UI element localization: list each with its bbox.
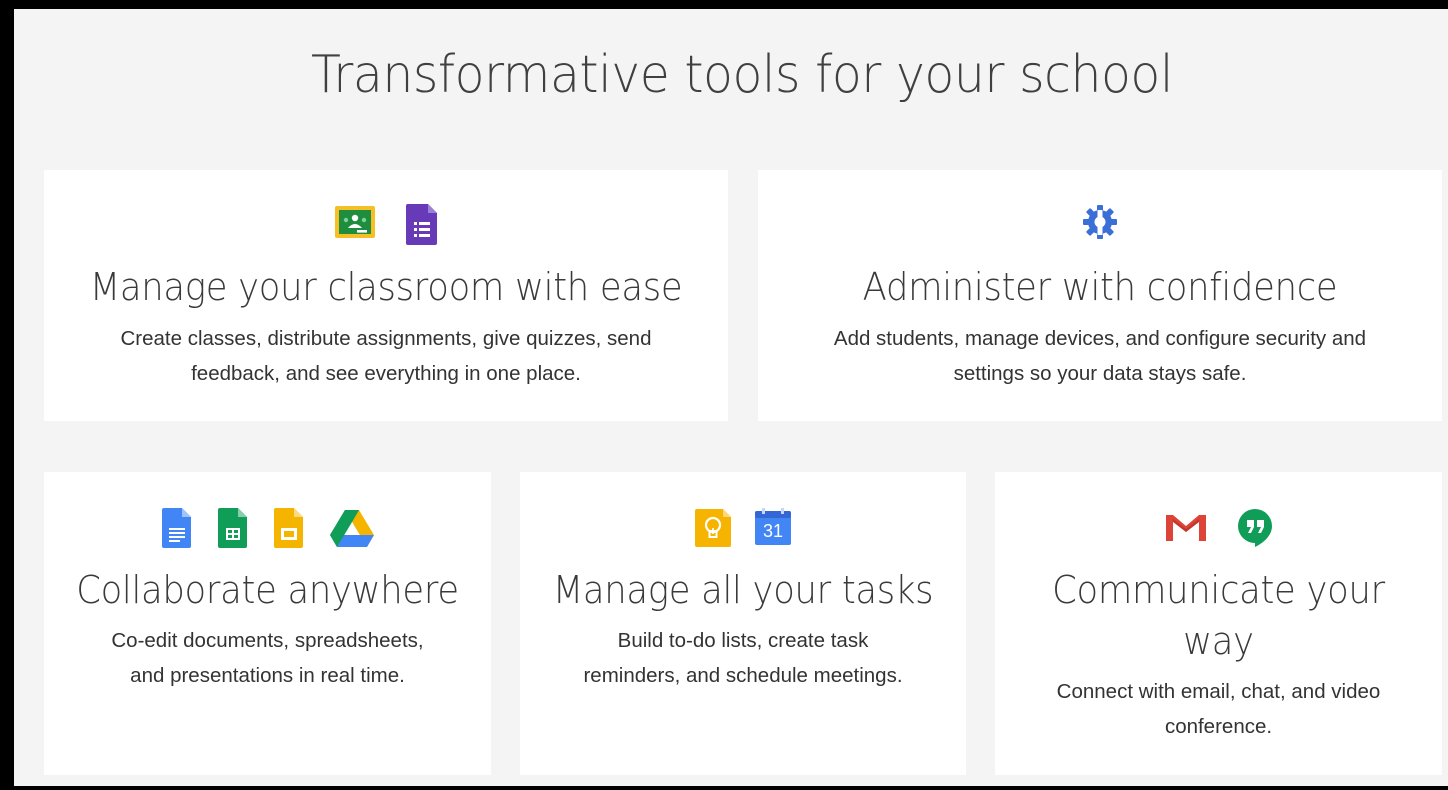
card-description-line1: Connect with email, chat, and video [1056, 680, 1381, 703]
card-description-line1: Add students, manage devices, and config… [833, 327, 1367, 350]
google-docs-icon [161, 507, 193, 549]
card-description-line1: Create classes, distribute assignments, … [120, 327, 652, 350]
card-classroom: Manage your classroom with ease Create c… [44, 170, 728, 421]
card-communicate: Communicate your way Connect with email,… [995, 472, 1442, 775]
card-heading: Collaborate anywhere [76, 568, 459, 612]
card-admin: Administer with confidence Add students,… [758, 170, 1442, 421]
card-description-line2: conference. [1164, 715, 1273, 738]
card-tasks-icons: 31 [520, 507, 966, 549]
card-description-line2: and presentations in real time. [130, 664, 405, 687]
google-forms-icon [405, 202, 439, 245]
card-classroom-icons [44, 202, 728, 245]
gmail-icon [1164, 507, 1208, 547]
google-calendar-icon: 31 [754, 507, 792, 549]
card-heading-line1: Communicate your [1052, 568, 1385, 612]
card-heading-line2: way [1183, 619, 1254, 663]
google-keep-icon [694, 507, 732, 549]
google-sheets-icon [217, 507, 249, 549]
card-description-line1: Co-edit documents, spreadsheets, [111, 629, 424, 652]
hangouts-icon [1236, 507, 1274, 549]
admin-console-icon [1078, 200, 1122, 244]
card-collaborate: Collaborate anywhere Co-edit documents, … [44, 472, 491, 775]
card-communicate-icons [995, 507, 1442, 549]
google-slides-icon [273, 507, 305, 549]
card-heading: Manage all your tasks [552, 568, 934, 612]
card-collaborate-icons [44, 507, 491, 549]
card-tasks: 31 Manage all your tasks Build to-do lis… [520, 472, 966, 775]
card-description-line2: feedback, and see everything in one plac… [191, 362, 581, 385]
card-heading: Administer with confidence [862, 265, 1338, 309]
card-heading: Manage your classroom with ease [89, 265, 683, 309]
screenshot-frame: Transformative tools for your school Man… [0, 0, 1448, 790]
google-drive-icon [329, 507, 375, 549]
card-description-line2: settings so your data stays safe. [953, 362, 1247, 385]
tools-section: Transformative tools for your school Man… [14, 9, 1448, 786]
calendar-day-number: 31 [762, 521, 784, 541]
page-title: Transformative tools for your school [311, 45, 1173, 105]
google-classroom-icon [333, 202, 377, 242]
card-admin-icons [758, 200, 1442, 244]
card-description-line2: reminders, and schedule meetings. [583, 664, 903, 687]
card-description-line1: Build to-do lists, create task [617, 629, 869, 652]
